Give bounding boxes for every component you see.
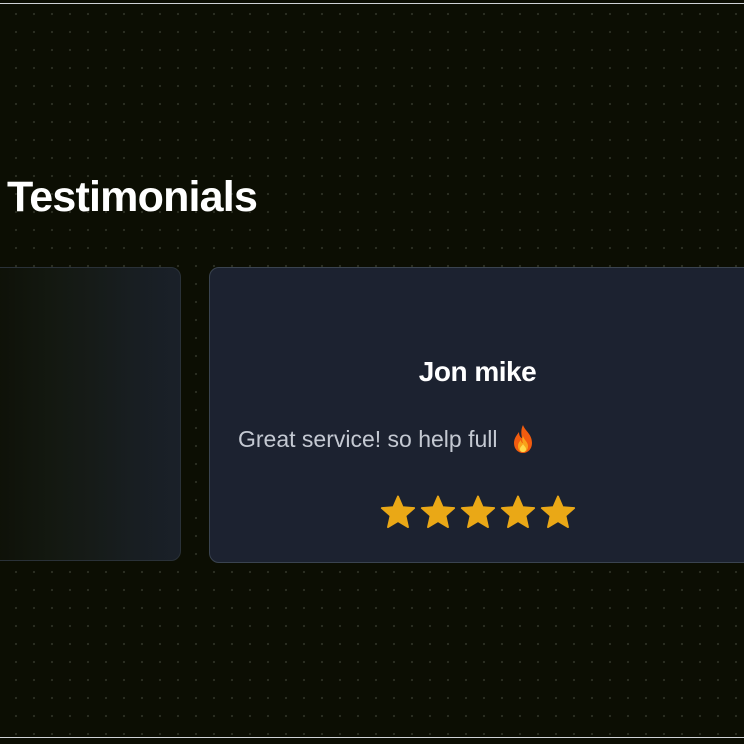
testimonial-card[interactable]: Jon mike Great service! so help full: [209, 267, 744, 563]
star-icon: [540, 495, 575, 529]
star-icon: [460, 495, 495, 529]
bottom-divider: [0, 737, 744, 738]
reviewer-name: Jon mike: [418, 356, 537, 387]
star-icon: [420, 495, 455, 529]
fire-icon: [513, 425, 532, 453]
section-title: Testimonials: [7, 173, 258, 221]
star-icon: [500, 495, 535, 529]
testimonials-page: Testimonials Jon mike Great service! so …: [0, 0, 744, 744]
testimonial-quote-row: Great service! so help full: [238, 424, 536, 454]
star-rating: [210, 494, 744, 532]
top-divider: [0, 3, 744, 4]
previous-testimonial-card[interactable]: [0, 267, 181, 561]
testimonial-quote: Great service! so help full: [238, 426, 498, 452]
star-icon: [380, 495, 415, 529]
